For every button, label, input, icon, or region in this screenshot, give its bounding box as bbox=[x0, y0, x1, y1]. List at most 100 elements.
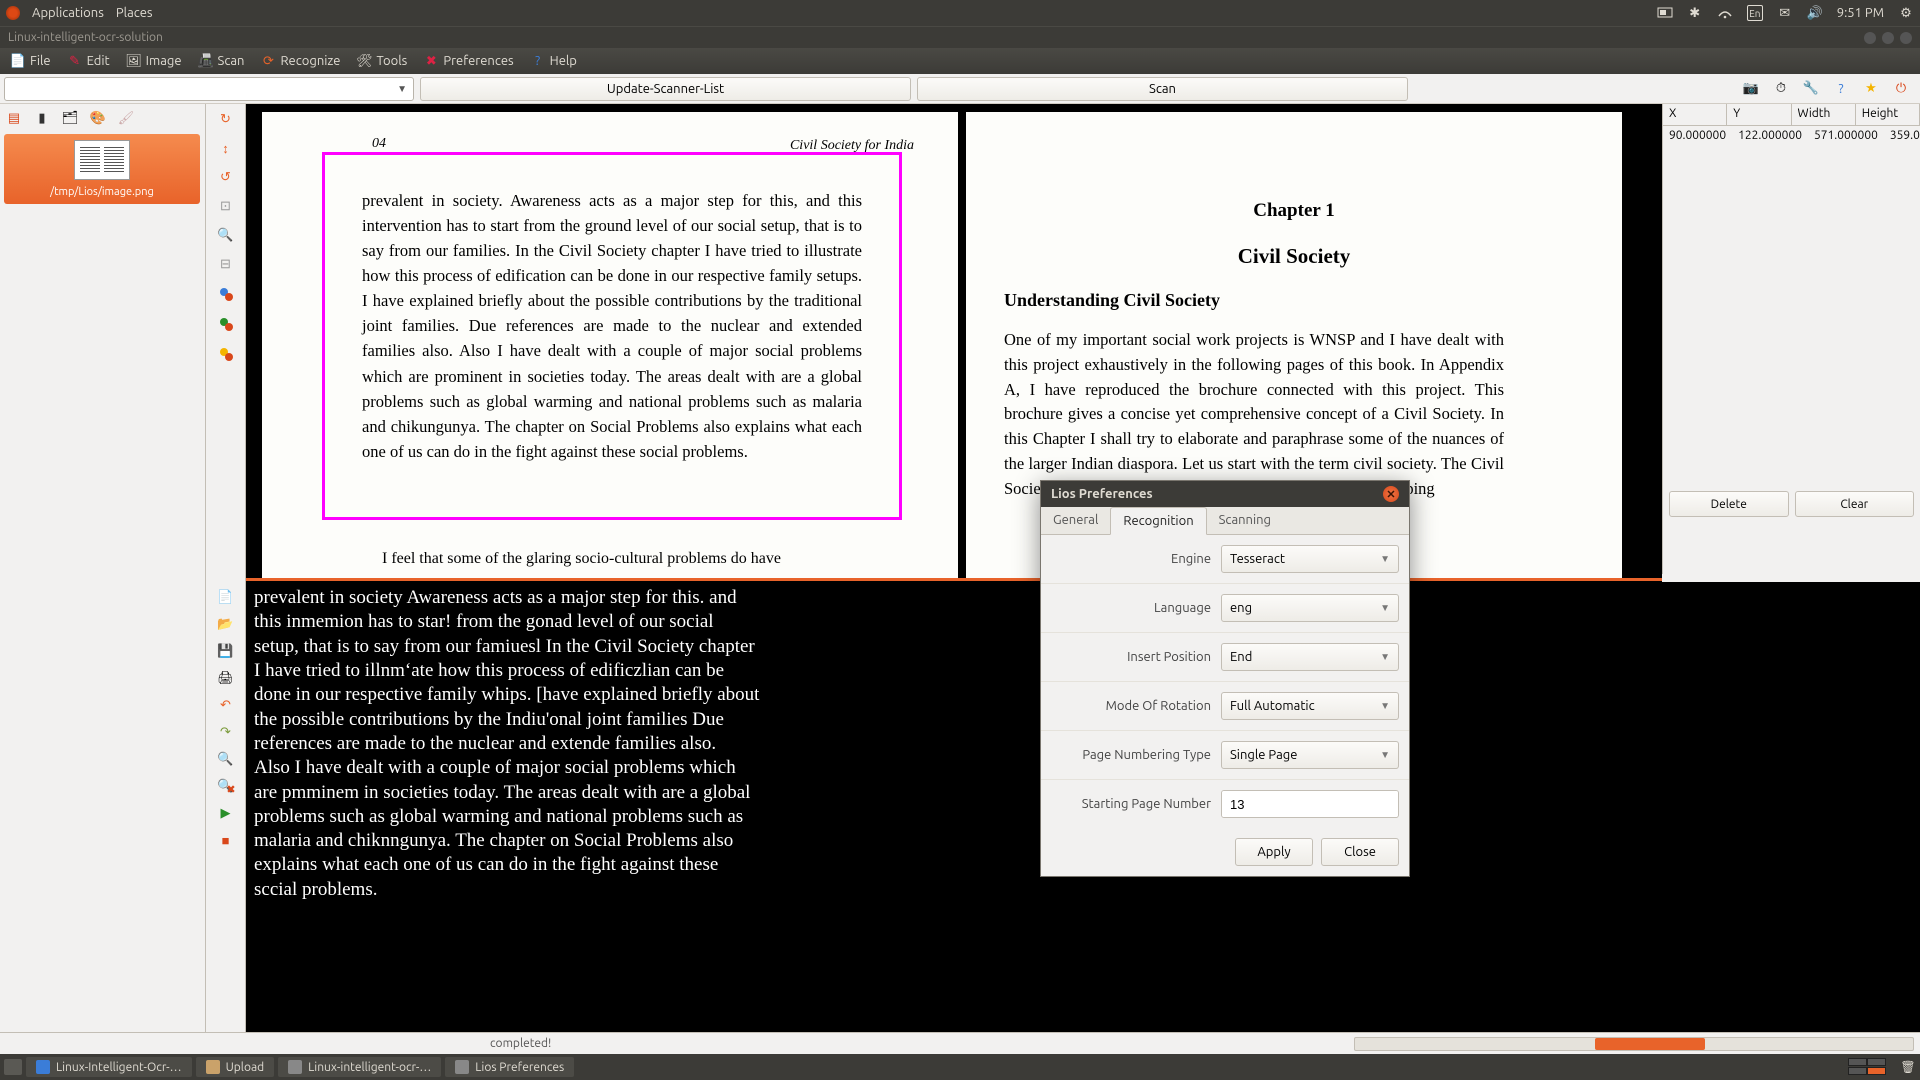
menu-scan[interactable]: 📠Scan bbox=[192, 51, 251, 71]
region-red-icon[interactable] bbox=[218, 286, 234, 302]
image-preview[interactable]: 04 Civil Society for India prevalent in … bbox=[246, 104, 1662, 582]
tab-scanning[interactable]: Scanning bbox=[1207, 507, 1283, 534]
app-icon bbox=[36, 1060, 50, 1074]
thumbnail-item[interactable]: /tmp/Lios/image.png bbox=[4, 134, 200, 204]
menu-tools[interactable]: 🛠Tools bbox=[350, 51, 413, 71]
zoom-icon[interactable]: 🔍 bbox=[217, 228, 233, 243]
split-divider[interactable] bbox=[246, 578, 1662, 581]
keyboard-layout-indicator[interactable]: En bbox=[1747, 5, 1763, 21]
taskbar-item-lios-main[interactable]: Linux-Intelligent-Ocr-… bbox=[26, 1057, 192, 1077]
pdf-icon[interactable]: ▤ bbox=[4, 108, 24, 128]
zoom-out-icon[interactable]: ⊟ bbox=[220, 257, 231, 272]
minimize-button[interactable] bbox=[1864, 32, 1876, 44]
dialog-close-button[interactable]: ✕ bbox=[1383, 486, 1399, 502]
chevron-down-icon: ▼ bbox=[1380, 749, 1390, 761]
power-icon[interactable]: ⏻ bbox=[1890, 78, 1912, 100]
col-width[interactable]: Width bbox=[1792, 104, 1856, 125]
find-icon[interactable]: 🔍 bbox=[217, 752, 233, 767]
workspace-switcher[interactable] bbox=[1848, 1058, 1888, 1076]
clear-button[interactable]: Clear bbox=[1795, 491, 1915, 517]
menu-edit[interactable]: ✎Edit bbox=[61, 51, 116, 71]
menu-help[interactable]: ?Help bbox=[524, 51, 583, 71]
col-height[interactable]: Height bbox=[1856, 104, 1920, 125]
tab-general[interactable]: General bbox=[1041, 507, 1110, 534]
help-toolbar-icon[interactable]: ? bbox=[1830, 78, 1852, 100]
label-starting-page: Starting Page Number bbox=[1051, 797, 1211, 811]
folder-img-icon[interactable]: 🗂 bbox=[60, 108, 80, 128]
tools-icon: 🛠 bbox=[356, 53, 372, 69]
menu-file[interactable]: 📄File bbox=[4, 51, 57, 71]
select-rotation-mode[interactable]: Full Automatic▼ bbox=[1221, 692, 1399, 720]
dark-page-icon[interactable]: ▮ bbox=[32, 108, 52, 128]
col-y[interactable]: Y bbox=[1727, 104, 1791, 125]
wifi-icon[interactable] bbox=[1717, 5, 1733, 21]
taskbar-item-prefs[interactable]: Lios Preferences bbox=[445, 1057, 574, 1077]
power-menu-icon[interactable]: ⚙ bbox=[1898, 5, 1914, 21]
screen-icon[interactable] bbox=[1657, 5, 1673, 21]
region-yellow-icon[interactable] bbox=[218, 346, 234, 362]
dialog-title-bar[interactable]: Lios Preferences ✕ bbox=[1041, 481, 1409, 507]
undo-icon[interactable]: ↶ bbox=[220, 698, 231, 713]
preferences-dialog: Lios Preferences ✕ General Recognition S… bbox=[1040, 480, 1410, 877]
col-x[interactable]: X bbox=[1663, 104, 1727, 125]
volume-icon[interactable]: 🔊 bbox=[1807, 5, 1823, 21]
update-scanner-button[interactable]: Update-Scanner-List bbox=[420, 77, 911, 101]
window-title-bar: Linux-intelligent-ocr-solution bbox=[0, 26, 1920, 48]
brush-icon[interactable]: 🖌 bbox=[116, 108, 136, 128]
print-icon[interactable]: 🖨 bbox=[217, 671, 234, 686]
menu-bar: 📄File ✎Edit 🖼Image 📠Scan ⟳Recognize 🛠Too… bbox=[0, 48, 1920, 74]
menu-preferences[interactable]: ✖Preferences bbox=[417, 51, 519, 71]
applications-menu[interactable]: Applications bbox=[32, 6, 104, 20]
starting-page-input[interactable] bbox=[1222, 791, 1399, 817]
camera-icon[interactable]: 📷 bbox=[1740, 78, 1762, 100]
bluetooth-icon[interactable]: ✱ bbox=[1687, 5, 1703, 21]
star-icon[interactable]: ★ bbox=[1860, 78, 1882, 100]
show-desktop-icon[interactable] bbox=[4, 1059, 22, 1075]
palette-icon[interactable]: 🎨 bbox=[88, 108, 108, 128]
tab-recognition[interactable]: Recognition bbox=[1110, 507, 1206, 535]
play-icon[interactable]: ▶ bbox=[221, 806, 231, 821]
region-green-icon[interactable] bbox=[218, 316, 234, 332]
rotate-ccw-icon[interactable]: ↺ bbox=[220, 170, 231, 185]
find-clear-icon[interactable]: 🔍✖ bbox=[217, 779, 233, 794]
redo-icon[interactable]: ↷ bbox=[220, 725, 231, 740]
rotate-cw-icon[interactable]: ↻ bbox=[220, 112, 231, 127]
select-engine[interactable]: Tesseract▼ bbox=[1221, 545, 1399, 573]
menu-recognize[interactable]: ⟳Recognize bbox=[254, 51, 346, 71]
clock[interactable]: 9:51 PM bbox=[1837, 6, 1884, 20]
starting-page-spinner[interactable]: − + bbox=[1221, 790, 1399, 818]
coordinates-panel: X Y Width Height 90.000000 122.000000 57… bbox=[1662, 104, 1920, 574]
timer-icon[interactable]: ⏱ bbox=[1770, 78, 1792, 100]
select-page-numbering-type[interactable]: Single Page▼ bbox=[1221, 741, 1399, 769]
mail-icon[interactable]: ✉ bbox=[1777, 5, 1793, 21]
taskbar-item-upload[interactable]: Upload bbox=[196, 1057, 275, 1077]
trash-icon[interactable]: 🗑 bbox=[1900, 1059, 1916, 1075]
places-menu[interactable]: Places bbox=[116, 6, 153, 20]
status-text: completed! bbox=[490, 1037, 551, 1050]
wrench-icon[interactable]: 🔧 bbox=[1800, 78, 1822, 100]
ubuntu-logo-icon bbox=[6, 6, 20, 20]
chevron-down-icon: ▼ bbox=[1380, 553, 1390, 565]
scanner-combo[interactable]: ▼ bbox=[4, 77, 414, 101]
select-language[interactable]: eng▼ bbox=[1221, 594, 1399, 622]
open-folder-icon[interactable]: 📂 bbox=[217, 617, 233, 632]
scan-button[interactable]: Scan bbox=[917, 77, 1408, 101]
select-insert-position[interactable]: End▼ bbox=[1221, 643, 1399, 671]
new-text-icon[interactable]: 📄 bbox=[217, 590, 233, 605]
save-icon[interactable]: 💾 bbox=[217, 644, 233, 659]
stop-icon[interactable]: ■ bbox=[222, 833, 230, 848]
chevron-down-icon: ▼ bbox=[1380, 602, 1390, 614]
dialog-title: Lios Preferences bbox=[1051, 487, 1153, 501]
zoom-reset-icon[interactable]: ⊡ bbox=[220, 199, 231, 214]
taskbar-item-lios-window[interactable]: Linux-intelligent-ocr-… bbox=[278, 1057, 441, 1077]
delete-button[interactable]: Delete bbox=[1669, 491, 1789, 517]
close-button[interactable]: Close bbox=[1321, 838, 1399, 866]
menu-image[interactable]: 🖼Image bbox=[120, 51, 188, 71]
close-window-button[interactable] bbox=[1900, 32, 1912, 44]
system-panel: Applications Places ✱ En ✉ 🔊 9:51 PM ⚙ bbox=[0, 0, 1920, 26]
coord-row[interactable]: 90.000000 122.000000 571.000000 359.0000… bbox=[1663, 126, 1920, 145]
flip-v-icon[interactable]: ↕ bbox=[222, 141, 229, 156]
maximize-button[interactable] bbox=[1882, 32, 1894, 44]
dialog-tabs: General Recognition Scanning bbox=[1041, 507, 1409, 535]
apply-button[interactable]: Apply bbox=[1235, 838, 1313, 866]
